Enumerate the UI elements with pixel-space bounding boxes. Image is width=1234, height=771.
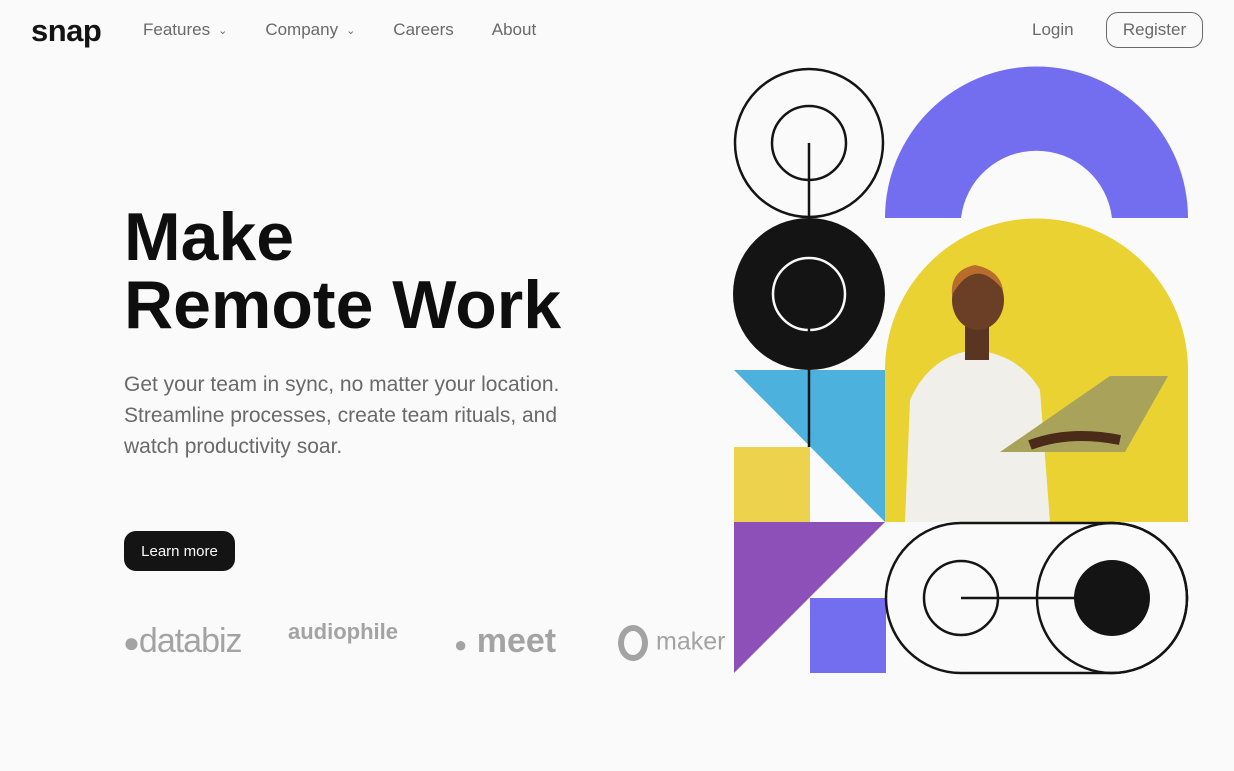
yellow-square xyxy=(734,447,810,522)
violet-square xyxy=(810,598,886,673)
hero-illustration xyxy=(733,66,1189,675)
black-dot xyxy=(1074,560,1150,636)
violet-arch xyxy=(885,66,1188,218)
